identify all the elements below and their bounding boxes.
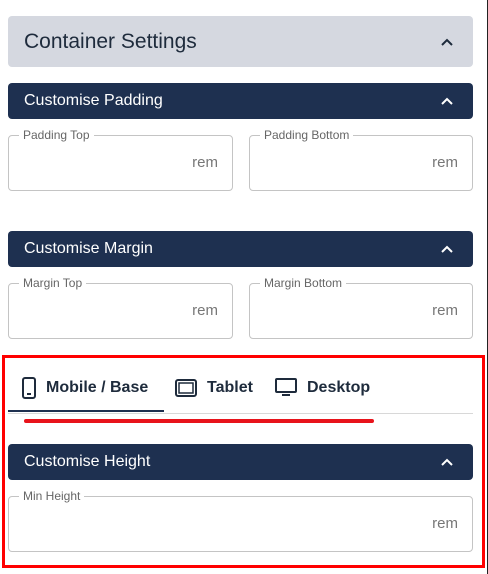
tab-desktop-label: Desktop xyxy=(307,379,371,396)
annotation-underline xyxy=(24,419,374,423)
desktop-icon xyxy=(275,378,297,396)
padding-bottom-field[interactable]: Padding Bottom rem xyxy=(249,128,473,191)
padding-top-label: Padding Top xyxy=(19,128,94,142)
min-height-label: Min Height xyxy=(19,489,85,503)
padding-top-input[interactable] xyxy=(21,152,181,174)
tab-mobile-base[interactable]: Mobile / Base xyxy=(22,363,148,413)
tablet-icon xyxy=(175,379,197,397)
device-tabs: Mobile / Base Tablet Desktop xyxy=(8,363,473,414)
margin-bottom-field[interactable]: Margin Bottom rem xyxy=(249,276,473,339)
padding-bottom-label: Padding Bottom xyxy=(260,128,354,142)
customise-height-title: Customise Height xyxy=(24,453,151,470)
margin-bottom-unit: rem xyxy=(432,302,458,319)
margin-top-input[interactable] xyxy=(21,300,181,322)
min-height-input[interactable] xyxy=(21,513,401,535)
margin-bottom-input[interactable] xyxy=(262,300,422,322)
margin-top-unit: rem xyxy=(192,302,218,319)
chevron-up-icon[interactable] xyxy=(441,245,453,253)
customise-margin-header[interactable]: Customise Margin xyxy=(8,231,473,267)
customise-height-header[interactable]: Customise Height xyxy=(8,444,473,480)
tab-desktop[interactable]: Desktop xyxy=(275,363,370,413)
customise-margin-title: Customise Margin xyxy=(24,240,153,257)
margin-bottom-label: Margin Bottom xyxy=(260,276,347,290)
padding-top-field[interactable]: Padding Top rem xyxy=(8,128,233,191)
mobile-icon xyxy=(22,377,36,399)
customise-padding-title: Customise Padding xyxy=(24,92,163,109)
padding-bottom-unit: rem xyxy=(432,154,458,171)
chevron-up-icon[interactable] xyxy=(441,458,453,466)
padding-bottom-input[interactable] xyxy=(262,152,422,174)
padding-top-unit: rem xyxy=(192,154,218,171)
margin-top-label: Margin Top xyxy=(19,276,87,290)
active-tab-indicator xyxy=(8,410,164,412)
tab-tablet-label: Tablet xyxy=(207,379,253,396)
chevron-up-icon[interactable] xyxy=(441,97,453,105)
min-height-unit: rem xyxy=(432,515,458,532)
customise-padding-header[interactable]: Customise Padding xyxy=(8,83,473,119)
container-settings-title: Container Settings xyxy=(24,29,197,53)
container-settings-header[interactable]: Container Settings xyxy=(8,16,473,67)
chevron-up-icon[interactable] xyxy=(441,38,453,46)
margin-top-field[interactable]: Margin Top rem xyxy=(8,276,233,339)
tab-tablet[interactable]: Tablet xyxy=(175,363,253,413)
min-height-field[interactable]: Min Height rem xyxy=(8,489,473,552)
tab-mobile-base-label: Mobile / Base xyxy=(46,379,149,396)
